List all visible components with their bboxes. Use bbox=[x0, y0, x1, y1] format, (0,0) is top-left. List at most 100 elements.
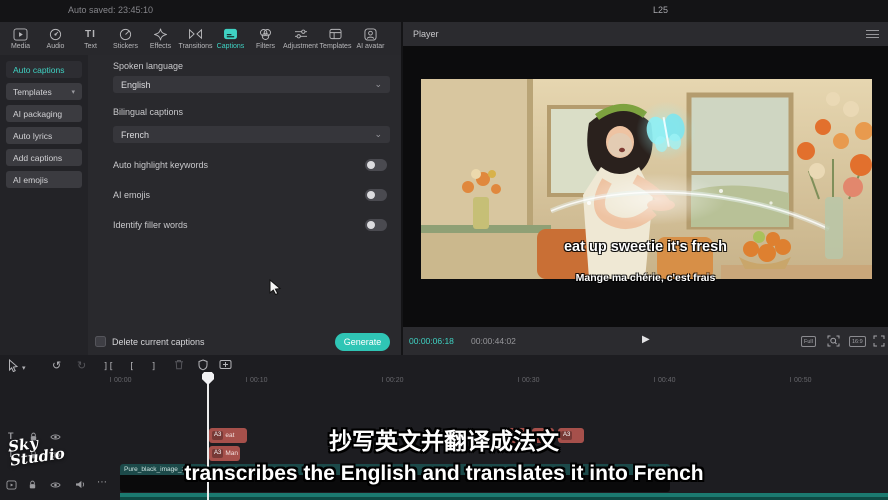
ruler-label[interactable]: 00:50 bbox=[790, 377, 812, 384]
select-value: English bbox=[121, 80, 151, 90]
tab-adjustment[interactable]: Adjustment bbox=[283, 22, 318, 55]
captions-sidebar: Auto captions Templates ▾ AI packaging A… bbox=[0, 55, 88, 355]
media-icon bbox=[13, 27, 28, 41]
generate-button[interactable]: Generate bbox=[335, 333, 390, 351]
tab-label: Transitions bbox=[179, 43, 213, 50]
tab-label: Audio bbox=[47, 43, 65, 50]
select-value: French bbox=[121, 130, 149, 140]
zoom-fit-icon[interactable] bbox=[827, 335, 840, 347]
sidebar-item-label: Add captions bbox=[13, 153, 62, 163]
sidebar-item-label: AI emojis bbox=[13, 175, 48, 185]
audio-icon bbox=[49, 27, 62, 41]
current-time: 00:00:06:18 bbox=[409, 336, 454, 346]
filters-icon bbox=[259, 27, 272, 41]
sidebar-item-auto-captions[interactable]: Auto captions bbox=[6, 61, 82, 78]
sidebar-item-add-captions[interactable]: Add captions bbox=[6, 149, 82, 166]
player-title: Player bbox=[413, 29, 439, 39]
sidebar-item-ai-emojis[interactable]: AI emojis bbox=[6, 171, 82, 188]
stickers-icon bbox=[119, 27, 132, 41]
trim-right-icon[interactable]: ] bbox=[151, 361, 156, 374]
subtitle-line-english: transcribes the English and translates i… bbox=[0, 462, 888, 486]
sidebar-item-label: Auto lyrics bbox=[13, 131, 52, 141]
undo-icon[interactable]: ↺ bbox=[52, 359, 61, 372]
sidebar-item-auto-lyrics[interactable]: Auto lyrics bbox=[6, 127, 82, 144]
spoken-language-label: Spoken language bbox=[113, 61, 183, 71]
bilingual-captions-label: Bilingual captions bbox=[113, 107, 183, 117]
delete-captions-checkbox[interactable] bbox=[95, 336, 106, 347]
text-icon: TI bbox=[85, 27, 96, 41]
tab-stickers[interactable]: Stickers bbox=[108, 22, 143, 55]
identify-filler-label: Identify filler words bbox=[113, 220, 188, 230]
auto-captions-form: Spoken language English ⌄ Bilingual capt… bbox=[88, 55, 401, 355]
sidebar-item-templates[interactable]: Templates ▾ bbox=[6, 83, 82, 100]
form-footer: Delete current captions Generate bbox=[88, 328, 401, 355]
ai-emojis-label: AI emojis bbox=[113, 190, 150, 200]
tab-media[interactable]: Media bbox=[3, 22, 38, 55]
tab-label: Captions bbox=[217, 43, 245, 50]
video-caption-secondary: Mange ma chérie, c'est frais bbox=[403, 272, 888, 284]
tab-ai-avatar[interactable]: AI avatar bbox=[353, 22, 388, 55]
tab-filters[interactable]: Filters bbox=[248, 22, 283, 55]
tab-label: Media bbox=[11, 43, 30, 50]
tab-text[interactable]: TI Text bbox=[73, 22, 108, 55]
tab-audio[interactable]: Audio bbox=[38, 22, 73, 55]
effects-icon bbox=[154, 27, 167, 41]
aspect-ratio-button[interactable]: 16:9 bbox=[849, 336, 866, 347]
player-panel: Player bbox=[403, 22, 888, 355]
mask-icon[interactable] bbox=[198, 359, 208, 371]
left-panel: Media Audio TI Text Stickers Effects Tra… bbox=[0, 22, 401, 355]
tab-label: AI avatar bbox=[356, 43, 384, 50]
ruler-label[interactable]: 00:30 bbox=[518, 377, 540, 384]
sidebar-item-ai-packaging[interactable]: AI packaging bbox=[6, 105, 82, 122]
player-header: Player bbox=[403, 22, 888, 46]
tab-templates[interactable]: Templates bbox=[318, 22, 353, 55]
track-add-icon[interactable] bbox=[219, 359, 232, 370]
delete-captions-label: Delete current captions bbox=[112, 337, 205, 347]
ruler-label[interactable]: 00:10 bbox=[246, 377, 268, 384]
play-button[interactable]: ▶ bbox=[642, 334, 650, 345]
sidebar-item-label: Templates bbox=[13, 87, 52, 97]
auto-highlight-toggle[interactable] bbox=[365, 159, 387, 171]
tab-captions[interactable]: Captions bbox=[213, 22, 248, 55]
ruler-label[interactable]: 00:20 bbox=[382, 377, 404, 384]
mouse-cursor bbox=[269, 279, 282, 295]
redo-icon[interactable]: ↻ bbox=[77, 359, 86, 372]
tab-label: Stickers bbox=[113, 43, 138, 50]
app-window: Auto saved: 23:45:10 L25 Media Audio TI … bbox=[0, 0, 888, 500]
trim-left-icon[interactable]: [ bbox=[129, 361, 134, 374]
identify-filler-toggle[interactable] bbox=[365, 219, 387, 231]
subtitle-line-chinese: 抄写英文并翻译成法文 bbox=[0, 422, 888, 456]
transitions-icon bbox=[188, 27, 203, 41]
audio-track[interactable] bbox=[120, 493, 888, 500]
player-controls: 00:00:06:18 00:00:44:02 ▶ Full 16:9 bbox=[403, 327, 888, 355]
adjustment-icon bbox=[294, 27, 308, 41]
playhead-handle[interactable] bbox=[202, 372, 214, 385]
sidebar-item-label: Auto captions bbox=[13, 65, 65, 75]
tab-label: Text bbox=[84, 43, 97, 50]
chevron-down-icon: ▾ bbox=[71, 88, 75, 96]
sidebar-item-label: AI packaging bbox=[13, 109, 62, 119]
auto-highlight-label: Auto highlight keywords bbox=[113, 160, 208, 170]
select-tool-icon[interactable] bbox=[8, 359, 19, 372]
project-title: L25 bbox=[653, 5, 668, 15]
ai-avatar-icon bbox=[364, 27, 377, 41]
chevron-down-icon: ⌄ bbox=[374, 80, 382, 90]
bilingual-captions-select[interactable]: French ⌄ bbox=[113, 126, 390, 143]
tab-label: Adjustment bbox=[283, 43, 318, 50]
menu-icon[interactable] bbox=[866, 30, 879, 39]
tab-effects[interactable]: Effects bbox=[143, 22, 178, 55]
tab-transitions[interactable]: Transitions bbox=[178, 22, 213, 55]
spoken-language-select[interactable]: English ⌄ bbox=[113, 76, 390, 93]
ai-emojis-toggle[interactable] bbox=[365, 189, 387, 201]
tab-label: Effects bbox=[150, 43, 171, 50]
delete-icon[interactable] bbox=[174, 359, 184, 370]
auto-saved-status: Auto saved: 23:45:10 bbox=[68, 5, 153, 15]
ruler-label[interactable]: 00:40 bbox=[654, 377, 676, 384]
chevron-down-icon[interactable]: ▾ bbox=[22, 362, 26, 375]
chevron-down-icon: ⌄ bbox=[374, 130, 382, 140]
fullscreen-icon[interactable] bbox=[873, 335, 885, 347]
full-view-button[interactable]: Full bbox=[801, 336, 816, 347]
ruler-label[interactable]: 00:00 bbox=[110, 377, 132, 384]
tab-label: Filters bbox=[256, 43, 275, 50]
split-icon[interactable]: ][ bbox=[103, 361, 114, 374]
